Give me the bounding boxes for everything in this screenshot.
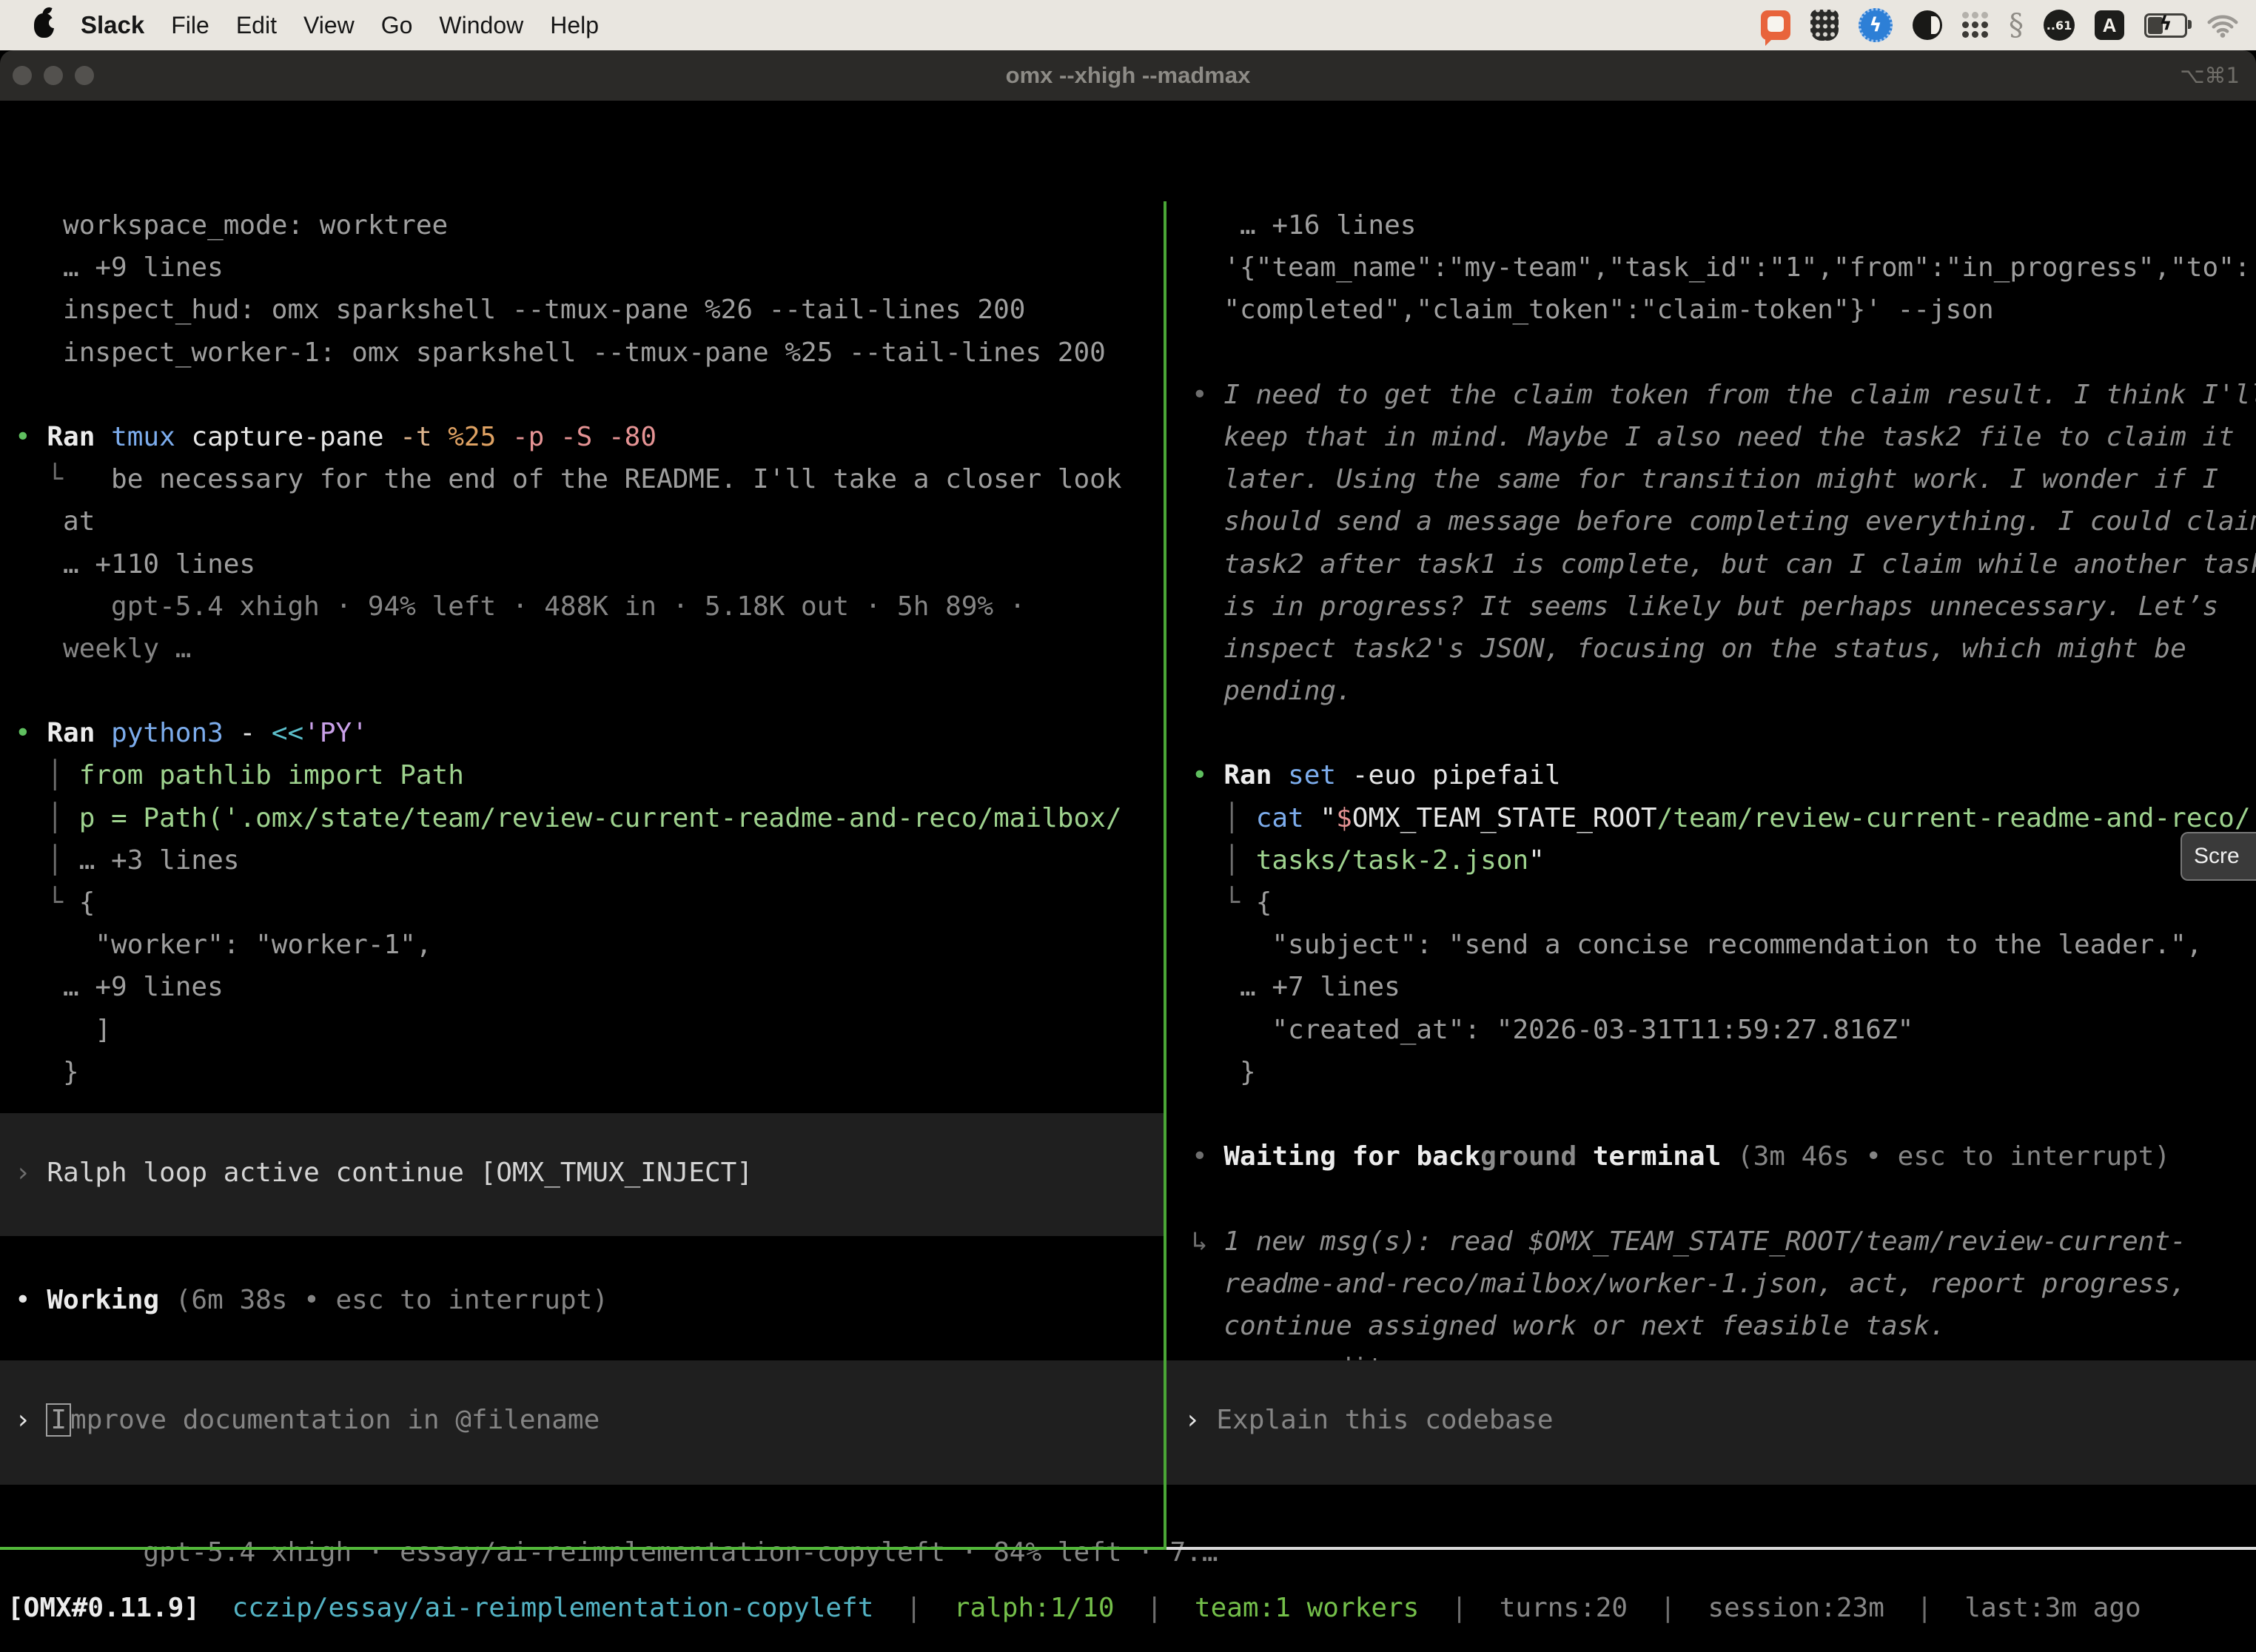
terminal: workspace_mode: worktree … +9 lines insp… [0,101,2256,1652]
right-pane-border [1166,1547,2256,1550]
terminal-line: "subject": "send a concise recommendatio… [1192,924,2256,966]
dots-grid-icon[interactable] [1962,12,1989,38]
terminal-line [15,374,1155,416]
menu-item-go[interactable]: Go [381,12,413,39]
right-pane-status: gpt-5.4 xhigh · 94% left · 488K in · 5.1… [1192,1489,2256,1531]
left-prompt-input[interactable]: › Improve documentation in @filename [0,1360,1164,1485]
screen-share-overlay[interactable]: Scre [2181,832,2256,881]
terminal-line [1192,1093,2256,1135]
terminal-line [15,670,1155,712]
menu-item-window[interactable]: Window [439,12,523,39]
terminal-line: "created_at": "2026-03-31T11:59:27.816Z" [1192,1009,2256,1051]
terminal-line: inspect_hud: omx sparkshell --tmux-pane … [15,289,1155,331]
terminal-line: │ tasks/task-2.json" [1192,839,2256,882]
terminal-line: readme-and-reco/mailbox/worker-1.json, a… [1192,1263,2256,1305]
screen-share-overlay-text: Scre [2194,844,2240,869]
apple-icon[interactable] [34,13,54,38]
menu-item-view[interactable]: View [303,12,355,39]
bolt-circle-icon[interactable]: ϟ [1859,8,1893,42]
terminal-line: • Waiting for background terminal (3m 46… [1192,1135,2256,1178]
terminal-line: should send a message before completing … [1192,500,2256,543]
terminal-line: inspect task2's JSON, focusing on the st… [1192,628,2256,670]
terminal-line: } [1192,1051,2256,1093]
window-title-bar[interactable]: omx --xhigh --madmax ⌥⌘1 [0,50,2256,101]
menu-status-icons: ϟ § ..61 Aϟ [1761,8,2256,42]
menu-items: File Edit View Go Window Help [171,12,599,39]
terminal-line: … +9 lines [15,246,1155,289]
menu-item-help[interactable]: Help [550,12,599,39]
battery-charging-icon[interactable]: ϟ [2144,13,2187,38]
dark-crescent-icon[interactable] [1913,10,1942,40]
menu-bar: Slack File Edit View Go Window Help ϟ § ..61 Aϟ [0,0,2256,50]
terminal-line: task2 after task1 is complete, but can I… [1192,543,2256,585]
terminal-line: ] [15,1009,1155,1051]
terminal-line: keep that in mind. Maybe I also need the… [1192,416,2256,458]
terminal-line: is in progress? It seems likely but perh… [1192,585,2256,628]
text-cursor: I [47,1404,70,1436]
notification-app-icon[interactable] [1761,10,1790,40]
terminal-line: └ { [1192,882,2256,924]
ralph-loop-text: › Ralph loop active continue [OMX_TMUX_I… [0,1152,1164,1194]
terminal-line: … +7 lines [1192,966,2256,1008]
terminal-line: pending. [1192,670,2256,712]
terminal-line: │ from pathlib import Path [15,754,1155,796]
terminal-line: • I need to get the claim token from the… [1192,374,2256,416]
terminal-line: gpt-5.4 xhigh · 94% left · 488K in · 5.1… [15,585,1155,628]
left-pane-status-text: gpt-5.4 xhigh · essay/ai-reimplementatio… [111,1537,1218,1568]
ralph-loop-banner: › Ralph loop active continue [OMX_TMUX_I… [0,1113,1164,1236]
terminal-line [1192,1178,2256,1220]
terminal-line: "completed","claim_token":"claim-token"}… [1192,289,2256,331]
terminal-line: } [15,1051,1155,1093]
working-status: • Working (6m 38s • esc to interrupt) [15,1279,608,1321]
menu-item-file[interactable]: File [171,12,209,39]
right-input-placeholder[interactable]: › Explain this codebase [1166,1399,2256,1441]
right-pane-output: … +16 lines '{"team_name":"my-team","tas… [1192,204,2256,1389]
terminal-line: │ p = Path('.omx/state/team/review-curre… [15,797,1155,839]
left-pane-border [0,1547,1164,1550]
window-title: omx --xhigh --madmax [0,50,2256,101]
terminal-line [1192,332,2256,374]
terminal-line: … +16 lines [1192,204,2256,246]
terminal-line: • Ran python3 - <<'PY' [15,712,1155,754]
terminal-line: • Ran set -euo pipefail [1192,754,2256,796]
menu-item-edit[interactable]: Edit [236,12,277,39]
terminal-line: • Ran tmux capture-pane -t %25 -p -S -80 [15,416,1155,458]
terminal-line: ↳ 1 new msg(s): read $OMX_TEAM_STATE_ROO… [1192,1220,2256,1263]
terminal-line: inspect_worker-1: omx sparkshell --tmux-… [15,332,1155,374]
terminal-line: └ { [15,882,1155,924]
terminal-line: at [15,500,1155,543]
terminal-line: └ be necessary for the end of the README… [15,458,1155,500]
right-prompt-input[interactable]: › Explain this codebase [1166,1360,2256,1485]
terminal-line: │ cat "$OMX_TEAM_STATE_ROOT/team/review-… [1192,797,2256,839]
shield-grid-icon[interactable] [1810,10,1839,41]
left-pane-status: gpt-5.4 xhigh · essay/ai-reimplementatio… [15,1489,1218,1531]
terminal-line: … +110 lines [15,543,1155,585]
terminal-line: '{"team_name":"my-team","task_id":"1","f… [1192,246,2256,289]
wifi-icon[interactable] [2207,13,2238,38]
terminal-line: … +9 lines [15,966,1155,1008]
terminal-line: weekly … [15,628,1155,670]
terminal-line: "worker": "worker-1", [15,924,1155,966]
input-source-icon[interactable]: A [2095,10,2124,40]
terminal-line [1192,712,2256,754]
left-pane-output: workspace_mode: worktree … +9 lines insp… [15,204,1155,1093]
squiggle-icon[interactable]: § [2009,10,2024,40]
app-menu-name[interactable]: Slack [81,11,144,39]
terminal-line: │ … +3 lines [15,839,1155,882]
screen: Slack File Edit View Go Window Help ϟ § ..61 Aϟ … [0,0,2256,1652]
terminal-line: workspace_mode: worktree [15,204,1155,246]
count-badge-icon[interactable]: ..61 [2044,10,2075,41]
omx-status-line: [OMX#0.11.9] cczip/essay/ai-reimplementa… [7,1587,2141,1629]
terminal-line: later. Using the same for transition mig… [1192,458,2256,500]
window-shortcut-hint: ⌥⌘1 [2180,50,2240,101]
terminal-line: continue assigned work or next feasible … [1192,1305,2256,1347]
left-input-placeholder[interactable]: › Improve documentation in @filename [0,1399,1164,1441]
pane-divider[interactable] [1164,201,1166,1550]
menu-left: Slack File Edit View Go Window Help [0,11,599,39]
